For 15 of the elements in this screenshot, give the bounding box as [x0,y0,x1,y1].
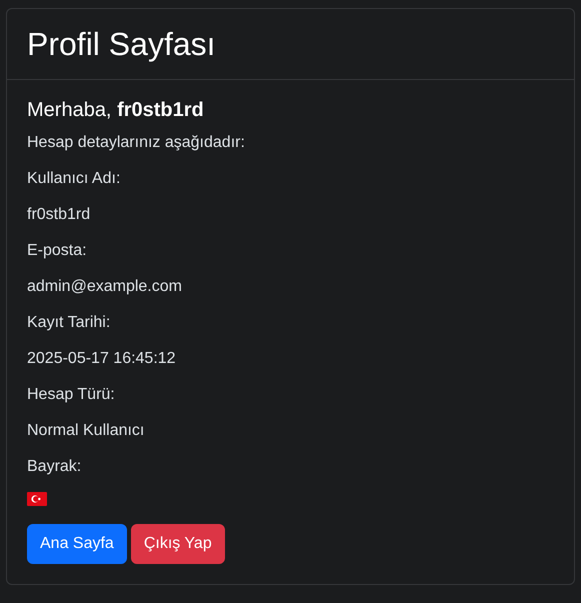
page-title: Profil Sayfası [27,24,216,64]
field-value: fr0stb1rd [27,205,92,225]
field-label: Bayrak: [27,457,82,477]
field-value: admin@example.com [27,277,183,297]
flag-icon [27,492,47,506]
field-label: Kullanıcı Adı: [27,169,122,189]
nav-button[interactable]: Ana Sayfa [27,524,127,564]
field-label: Kayıt Tarihi: [27,313,112,333]
greeting-text: Merhaba, fr0stb1rd [27,98,205,122]
intro-text: Hesap detaylarınız aşağıdadır: [27,133,246,153]
field-value: 2025-05-17 16:45:12 [27,349,177,369]
field-label: Hesap Türü: [27,385,116,405]
field-label: E-posta: [27,241,88,261]
field-value: Normal Kullanıcı [27,421,146,441]
nav-button[interactable]: Çıkış Yap [130,524,225,564]
